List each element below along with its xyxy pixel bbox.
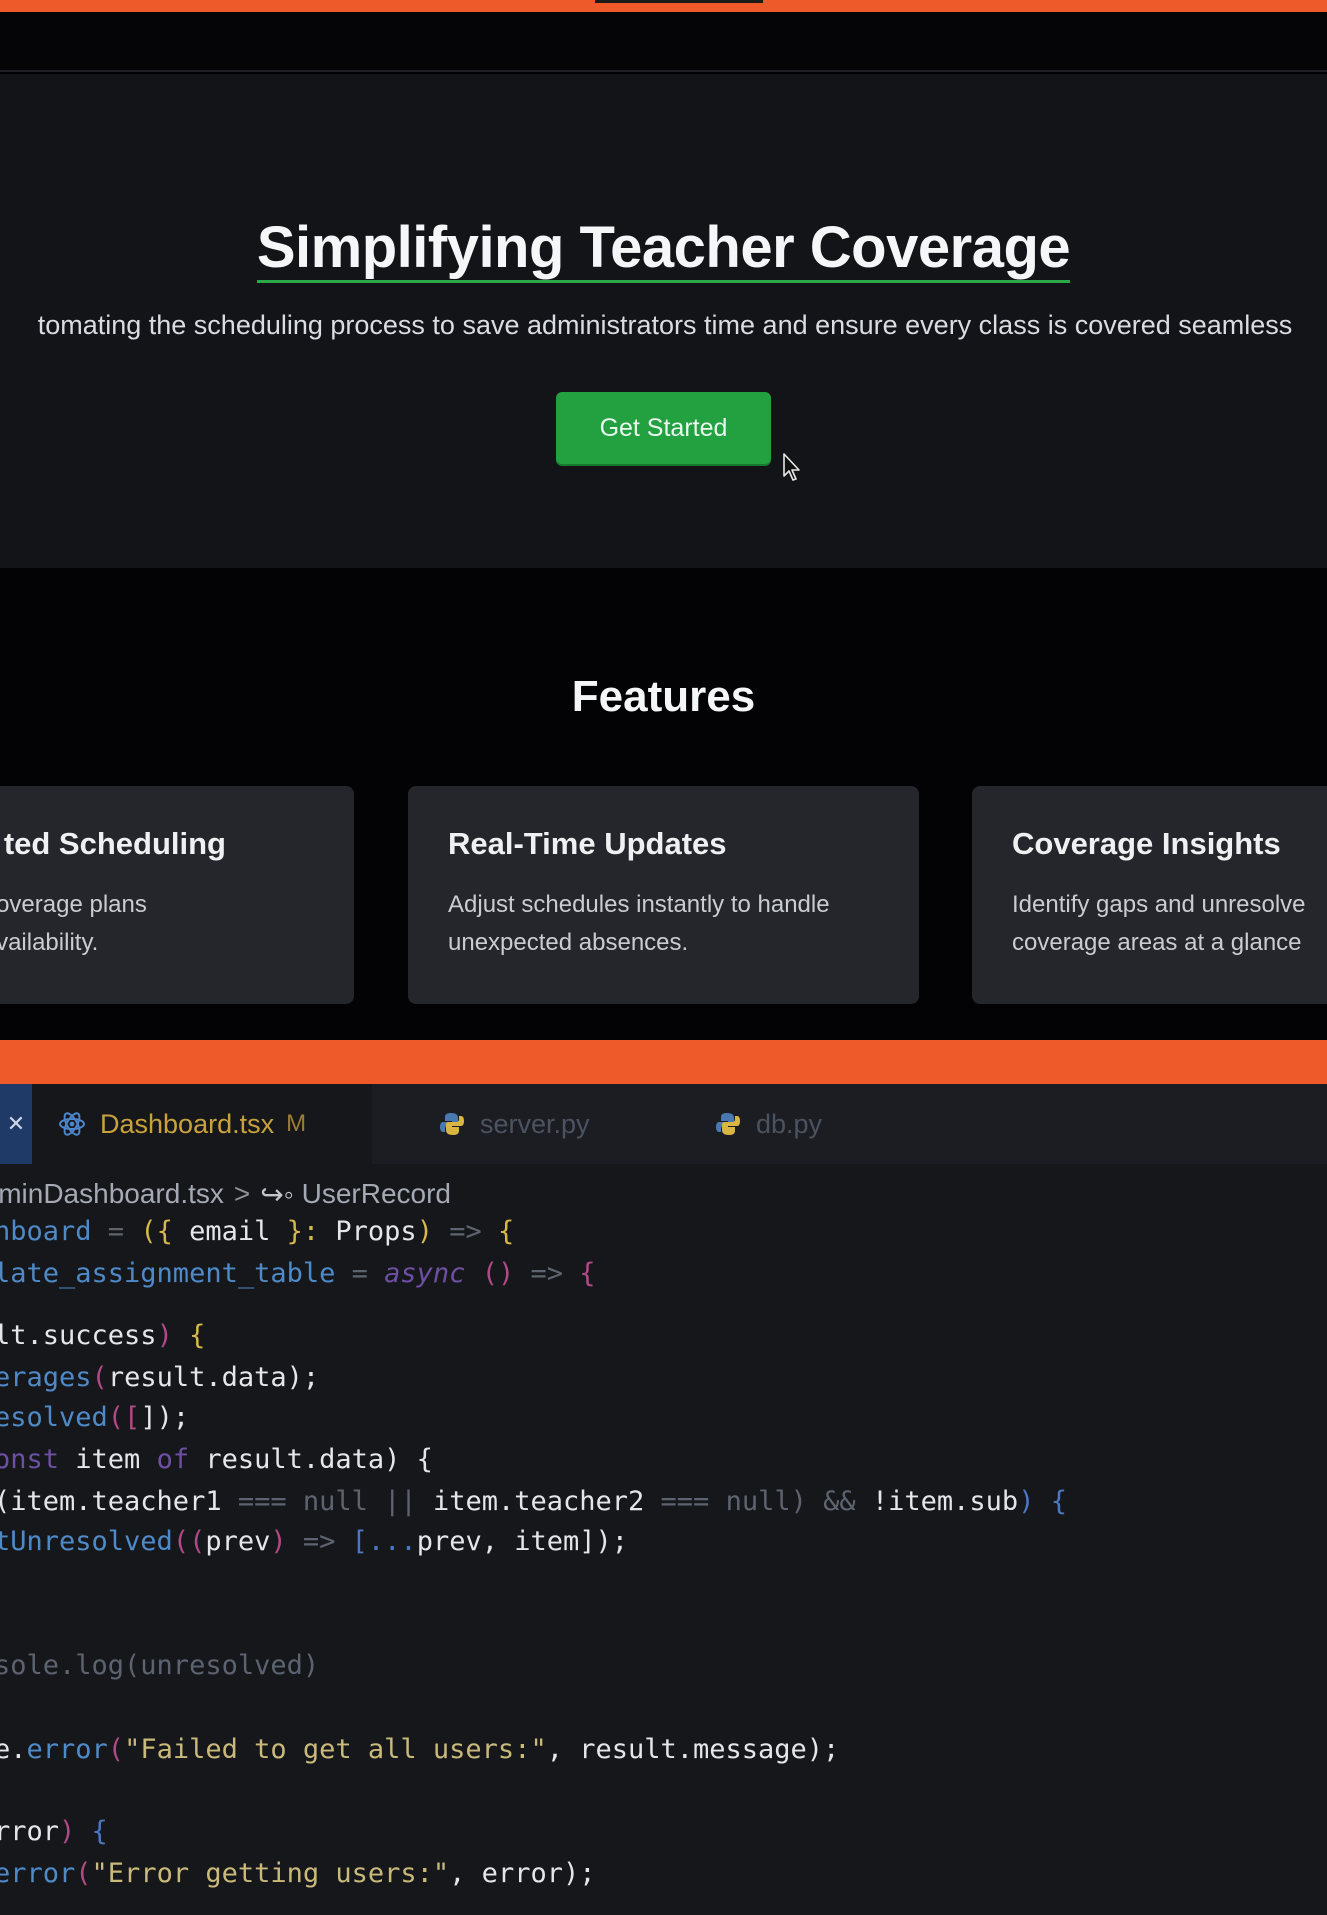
- tab-db-py[interactable]: db.py: [700, 1084, 900, 1164]
- feature-card-desc-line: teacher availability.: [0, 929, 99, 956]
- feature-card-title: ted Scheduling: [3, 826, 226, 861]
- feature-card: Coverage Insights Identify gaps and unre…: [972, 786, 1327, 1004]
- code-line: error("Error getting users:", error);: [0, 1858, 596, 1889]
- tab-label: Dashboard.tsx: [100, 1108, 275, 1139]
- feature-card-description: enerate coverage plans teacher availabil…: [0, 886, 316, 962]
- react-icon: [59, 1112, 85, 1136]
- python-icon: [716, 1113, 740, 1135]
- code-editor: ✕ Dashboard.tsx M server.py db.py lminDa…: [0, 1084, 1327, 1915]
- tab-dashboard-tsx[interactable]: Dashboard.tsx M: [32, 1084, 372, 1164]
- hero-title-text: Simplifying Teacher Coverage: [256, 215, 1071, 283]
- code-line: tUnresolved((prev) => [...prev, item]);: [0, 1526, 629, 1557]
- web-page-preview: Simplifying Teacher Coverage tomating th…: [0, 12, 1327, 1040]
- tab-server-py[interactable]: server.py: [424, 1084, 664, 1164]
- feature-card-desc-line: Adjust schedules instantly to handle: [448, 891, 830, 918]
- code-line: erages(result.data);: [0, 1362, 320, 1393]
- feature-card-description: Identify gaps and unresolve coverage are…: [1012, 886, 1306, 962]
- hero-title: Simplifying Teacher Coverage: [0, 214, 1327, 283]
- feature-card-desc-line: unexpected absences.: [448, 929, 689, 956]
- breadcrumb-separator: >: [233, 1178, 251, 1209]
- feature-card: Real-Time Updates Adjust schedules insta…: [408, 786, 919, 1004]
- code-line: hboard = ({ email }: Props) => {: [0, 1216, 515, 1247]
- python-icon: [440, 1113, 464, 1135]
- code-line: rror) {: [0, 1816, 108, 1847]
- hero-subtitle: tomating the scheduling process to save …: [37, 310, 1293, 340]
- tab-label: server.py: [480, 1108, 590, 1139]
- code-line: (item.teacher1 === null || item.teacher2…: [0, 1486, 1067, 1517]
- code-line: sole.log(unresolved): [0, 1650, 320, 1681]
- close-icon[interactable]: ✕: [0, 1084, 32, 1164]
- feature-card: ted Scheduling enerate coverage plans te…: [0, 786, 354, 1004]
- breadcrumb-symbol[interactable]: UserRecord: [302, 1178, 451, 1210]
- code-line: onst item of result.data) {: [0, 1444, 433, 1475]
- feature-card-description: Adjust schedules instantly to handle une…: [448, 886, 830, 962]
- tab-label: db.py: [756, 1108, 823, 1139]
- mouse-cursor-icon: [783, 453, 800, 481]
- get-started-button[interactable]: Get Started: [556, 392, 771, 464]
- modified-indicator: M: [286, 1110, 307, 1137]
- feature-card-desc-line: Identify gaps and unresolve: [1012, 891, 1306, 918]
- features-heading: Features: [571, 672, 756, 721]
- breadcrumb: lminDashboard.tsx > ↪◦ UserRecord: [0, 1174, 451, 1214]
- navbar: [0, 12, 1327, 72]
- feature-card-title: Real-Time Updates: [448, 826, 727, 861]
- top-frame-bar: [0, 0, 1327, 12]
- code-line: esolved([]);: [0, 1402, 190, 1433]
- middle-frame-bar: [0, 1040, 1327, 1084]
- feature-card-desc-line: enerate coverage plans: [0, 891, 147, 918]
- symbol-icon: ↪◦: [260, 1178, 294, 1210]
- feature-card-title: Coverage Insights: [1012, 826, 1281, 861]
- editor-tab-bar: ✕ Dashboard.tsx M server.py db.py: [0, 1084, 1327, 1164]
- code-line: e.error("Failed to get all users:", resu…: [0, 1734, 840, 1765]
- code-line: late_assignment_table = async () => {: [0, 1258, 596, 1289]
- breadcrumb-file[interactable]: lminDashboard.tsx: [0, 1178, 224, 1210]
- feature-card-desc-line: coverage areas at a glance: [1012, 929, 1302, 956]
- code-line: lt.success) {: [0, 1320, 206, 1351]
- frame-notch: [595, 0, 763, 3]
- hero-section: Simplifying Teacher Coverage tomating th…: [0, 74, 1327, 568]
